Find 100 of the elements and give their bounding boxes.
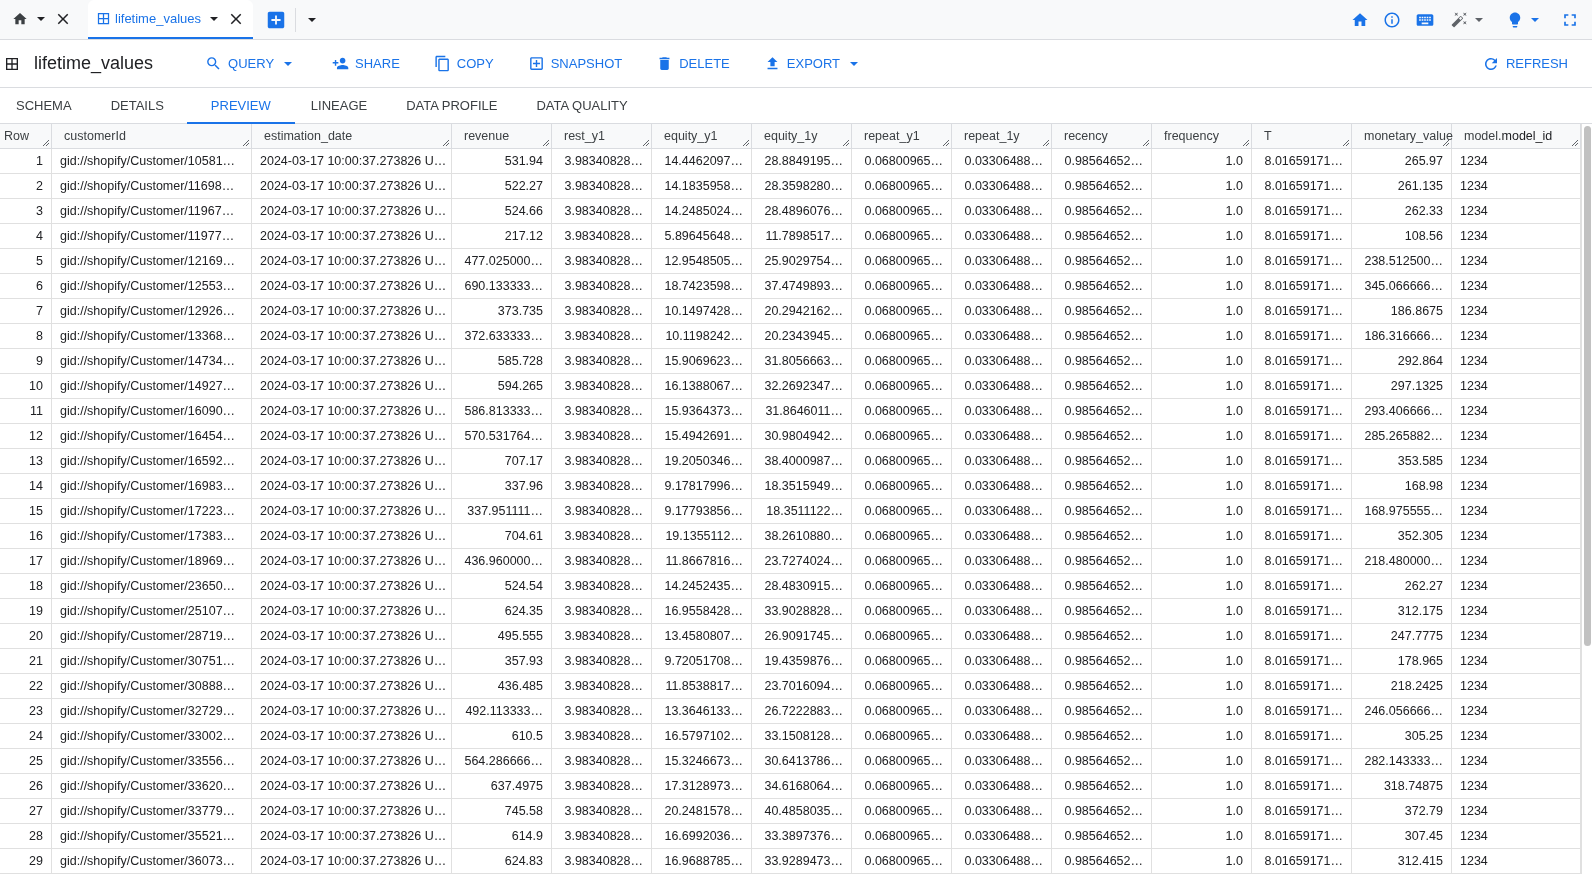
refresh-button[interactable]: REFRESH: [1473, 48, 1576, 79]
table-cell: 492.113333…: [452, 699, 552, 723]
table-cell: 0.98564652…: [1052, 549, 1152, 573]
table-cell: 0.03306488…: [952, 424, 1052, 448]
column-header[interactable]: rest_y1: [552, 124, 652, 148]
column-header[interactable]: Row: [0, 124, 52, 148]
caret-icon[interactable]: [210, 16, 218, 21]
query-button[interactable]: QUERY: [197, 49, 307, 78]
magic-wand-icon: [1451, 11, 1468, 28]
table-cell: 9.17793856…: [652, 499, 752, 523]
column-header[interactable]: equity_1y: [752, 124, 852, 148]
resize-handle-icon[interactable]: [442, 139, 450, 147]
table-cell: 0.06800965…: [852, 674, 952, 698]
column-header[interactable]: revenue: [452, 124, 552, 148]
table-cell: 0.06800965…: [852, 599, 952, 623]
table-cell: 3.98340828…: [552, 824, 652, 848]
caret-icon[interactable]: [308, 17, 316, 22]
table-cell: 0.98564652…: [1052, 749, 1152, 773]
row-number: 8: [0, 324, 52, 348]
resize-handle-icon[interactable]: [742, 139, 750, 147]
row-number: 15: [0, 499, 52, 523]
tab[interactable]: DATA PROFILE: [390, 88, 521, 124]
resize-handle-icon[interactable]: [842, 139, 850, 147]
table-cell: 0.98564652…: [1052, 799, 1152, 823]
toolbar-button[interactable]: SHARE: [324, 49, 408, 78]
column-header[interactable]: monetary_value: [1352, 124, 1452, 148]
table-cell: 246.056666…: [1352, 699, 1452, 723]
tab[interactable]: lifetime_values: [88, 0, 253, 39]
table-cell: gid://shopify/Customer/16592…: [52, 449, 252, 473]
caret-icon[interactable]: [37, 16, 45, 21]
column-header[interactable]: equity_y1: [652, 124, 752, 148]
table-cell: 2024-03-17 10:00:37.273826 U…: [252, 149, 452, 173]
table-cell: 16.9558428…: [652, 599, 752, 623]
resize-handle-icon[interactable]: [1571, 139, 1579, 147]
table-cell: 218.2425: [1352, 674, 1452, 698]
column-header[interactable]: recency: [1052, 124, 1152, 148]
table-cell: 3.98340828…: [552, 474, 652, 498]
table-cell: 1.0: [1152, 624, 1252, 648]
table-cell: 1.0: [1152, 674, 1252, 698]
table-cell: 2024-03-17 10:00:37.273826 U…: [252, 749, 452, 773]
column-header[interactable]: repeat_y1: [852, 124, 952, 148]
table-cell: 293.406666…: [1352, 399, 1452, 423]
table-cell: 0.06800965…: [852, 224, 952, 248]
resize-handle-icon[interactable]: [42, 139, 50, 147]
person-add-icon: [332, 55, 350, 72]
table-cell: gid://shopify/Customer/16454…: [52, 424, 252, 448]
row-number: 20: [0, 624, 52, 648]
table-cell: 1.0: [1152, 524, 1252, 548]
table-cell: 3.98340828…: [552, 499, 652, 523]
table-cell: 0.98564652…: [1052, 374, 1152, 398]
tab[interactable]: SCHEMA: [0, 88, 95, 124]
table-cell: 8.01659171…: [1252, 274, 1352, 298]
table-cell: gid://shopify/Customer/13368…: [52, 324, 252, 348]
row-number: 14: [0, 474, 52, 498]
toolbar-button[interactable]: DELETE: [648, 49, 738, 78]
table-cell: 16.9688785…: [652, 849, 752, 873]
table-cell: 8.01659171…: [1252, 724, 1352, 748]
table-cell: 624.35: [452, 599, 552, 623]
resize-handle-icon[interactable]: [942, 139, 950, 147]
resize-handle-icon[interactable]: [1042, 139, 1050, 147]
row-number: 18: [0, 574, 52, 598]
resize-handle-icon[interactable]: [642, 139, 650, 147]
table-cell: 3.98340828…: [552, 724, 652, 748]
column-header[interactable]: estimation_date: [252, 124, 452, 148]
toolbar-button[interactable]: SNAPSHOT: [519, 49, 631, 78]
column-header[interactable]: frequency: [1152, 124, 1252, 148]
table-cell: 33.9289473…: [752, 849, 852, 873]
table-cell: 436.960000…: [452, 549, 552, 573]
tab[interactable]: LINEAGE: [294, 88, 391, 124]
scrollbar[interactable]: [1581, 124, 1592, 874]
resize-handle-icon[interactable]: [1342, 139, 1350, 147]
table-cell: 186.316666…: [1352, 324, 1452, 348]
table-cell: 3.98340828…: [552, 174, 652, 198]
row-number: 1: [0, 149, 52, 173]
table-cell: 0.06800965…: [852, 649, 952, 673]
table-cell: 25.9029754…: [752, 249, 852, 273]
resize-handle-icon[interactable]: [542, 139, 550, 147]
table-cell: 10.1497428…: [652, 299, 752, 323]
table-cell: gid://shopify/Customer/32729…: [52, 699, 252, 723]
table-cell: 0.06800965…: [852, 149, 952, 173]
table-cell: 312.175: [1352, 599, 1452, 623]
toolbar-button[interactable]: COPY: [425, 49, 502, 78]
table-cell: 704.61: [452, 524, 552, 548]
table-cell: 33.3897376…: [752, 824, 852, 848]
table-cell: 16.1388067…: [652, 374, 752, 398]
toolbar-button[interactable]: EXPORT: [755, 49, 872, 78]
table-cell: 3.98340828…: [552, 399, 652, 423]
row-number: 9: [0, 349, 52, 373]
resize-handle-icon[interactable]: [1242, 139, 1250, 147]
column-header[interactable]: T: [1252, 124, 1352, 148]
column-header[interactable]: customerId: [52, 124, 252, 148]
tab[interactable]: DATA QUALITY: [520, 88, 651, 124]
resize-handle-icon[interactable]: [1142, 139, 1150, 147]
table-cell: 38.2610880…: [752, 524, 852, 548]
table-cell: 0.03306488…: [952, 799, 1052, 823]
table-cell: 2024-03-17 10:00:37.273826 U…: [252, 599, 452, 623]
tab[interactable]: DETAILS: [94, 88, 187, 124]
column-header[interactable]: repeat_1y: [952, 124, 1052, 148]
info-icon[interactable]: [1383, 10, 1401, 29]
resize-handle-icon[interactable]: [242, 139, 250, 147]
